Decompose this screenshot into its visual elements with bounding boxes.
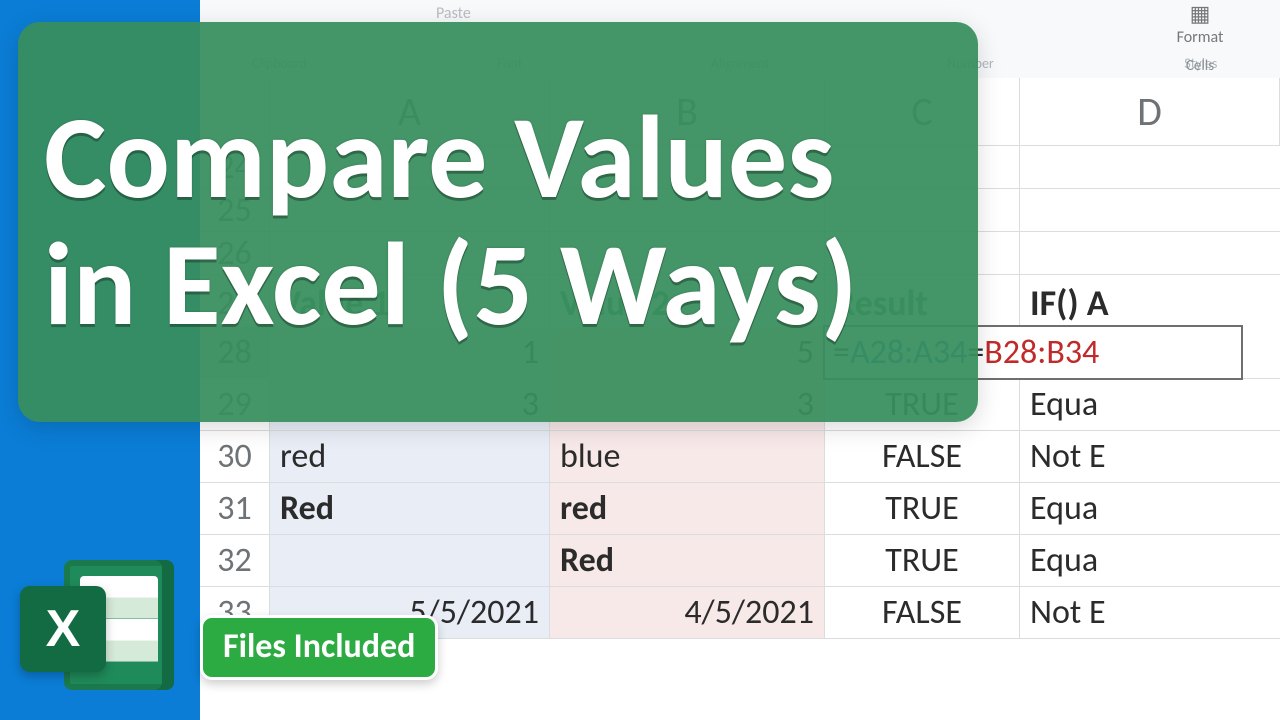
formula-ref-b2: :B34 — [1037, 332, 1099, 373]
title-overlay: Compare Values in Excel (5 Ways) — [18, 22, 978, 422]
cell-d26[interactable] — [1020, 232, 1280, 274]
row-30: 30 red blue FALSE Not E — [200, 431, 1280, 483]
format-icon[interactable]: ▦ — [1120, 2, 1280, 26]
cell-b33[interactable]: 4/5/2021 — [550, 587, 825, 638]
paste-label: Paste — [436, 4, 471, 23]
cell-a30[interactable]: red — [270, 431, 550, 482]
cell-d32[interactable]: Equa — [1020, 535, 1280, 586]
format-label[interactable]: Format — [1120, 28, 1280, 47]
cell-a32[interactable] — [270, 535, 550, 586]
cell-c32[interactable]: TRUE — [825, 535, 1020, 586]
cell-c30[interactable]: FALSE — [825, 431, 1020, 482]
title-line-1: Compare Values — [44, 94, 952, 221]
cell-d24[interactable] — [1020, 146, 1280, 188]
cell-d27[interactable]: IF() A — [1020, 275, 1280, 331]
files-included-badge: Files Included — [200, 615, 438, 680]
row-header-31[interactable]: 31 — [200, 483, 270, 534]
row-header-32[interactable]: 32 — [200, 535, 270, 586]
ribbon-cells-group: ▦ Format Cells — [1120, 2, 1280, 72]
cell-d29[interactable]: Equa — [1020, 379, 1280, 430]
cell-d30[interactable]: Not E — [1020, 431, 1280, 482]
cell-b32[interactable]: Red — [550, 535, 825, 586]
cell-c31[interactable]: TRUE — [825, 483, 1020, 534]
cell-c33[interactable]: FALSE — [825, 587, 1020, 638]
title-line-2: in Excel (5 Ways) — [44, 221, 952, 348]
row-31: 31 Red red TRUE Equa — [200, 483, 1280, 535]
cell-a31[interactable]: Red — [270, 483, 550, 534]
cell-b31[interactable]: red — [550, 483, 825, 534]
row-header-30[interactable]: 30 — [200, 431, 270, 482]
col-header-d[interactable]: D — [1020, 78, 1280, 145]
row-32: 32 Red TRUE Equa — [200, 535, 1280, 587]
cell-d31[interactable]: Equa — [1020, 483, 1280, 534]
stage: Paste Clipboard Font Alignment Number St… — [0, 0, 1280, 720]
excel-x-badge: X — [20, 586, 106, 672]
cells-group-label: Cells — [1120, 57, 1280, 75]
cell-d25[interactable] — [1020, 189, 1280, 231]
excel-app-icon: X — [20, 550, 180, 700]
cell-b30[interactable]: blue — [550, 431, 825, 482]
formula-ref-b1: B28 — [984, 332, 1037, 373]
cell-d33[interactable]: Not E — [1020, 587, 1280, 638]
